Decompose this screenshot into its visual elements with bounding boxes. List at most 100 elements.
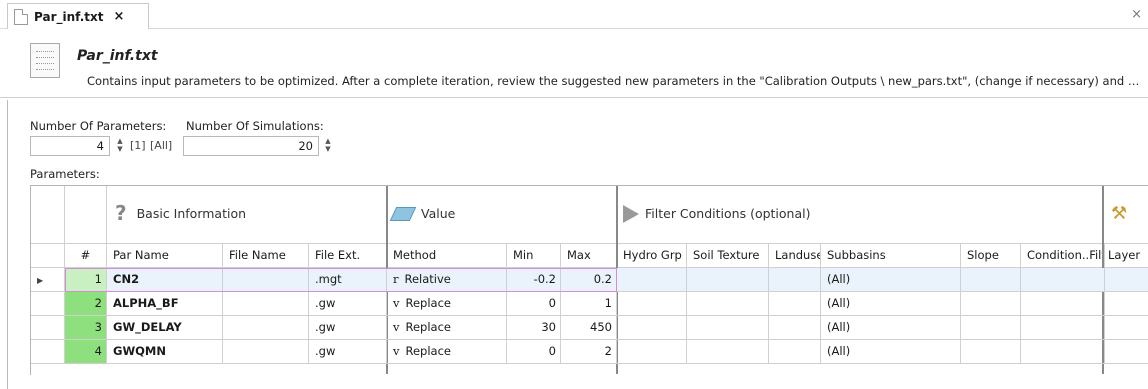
- soil-texture-cell[interactable]: [687, 340, 769, 364]
- row-indicator[interactable]: ▶: [31, 268, 65, 292]
- method-symbol: r: [393, 272, 399, 286]
- landuse-cell[interactable]: [769, 292, 821, 316]
- band-value: Value: [387, 186, 617, 244]
- page-title: Par_inf.txt: [77, 48, 158, 64]
- num-params-label: Number Of Parameters:: [30, 119, 167, 133]
- subbasins-cell[interactable]: (All): [821, 316, 961, 340]
- slope-cell[interactable]: [961, 292, 1021, 316]
- row-number[interactable]: 2: [65, 292, 107, 316]
- par-name-cell[interactable]: GWQMN: [107, 340, 223, 364]
- file-ext-cell[interactable]: .gw: [309, 292, 387, 316]
- par-name-cell[interactable]: GW_DELAY: [107, 316, 223, 340]
- file-ext-cell[interactable]: .gw: [309, 316, 387, 340]
- num-sims-spinner[interactable]: ▲ ▼: [322, 137, 334, 155]
- row-number[interactable]: 4: [65, 340, 107, 364]
- condition-cell[interactable]: [1021, 268, 1105, 292]
- subbasins-cell[interactable]: (All): [821, 340, 961, 364]
- slope-cell[interactable]: [961, 316, 1021, 340]
- landuse-cell[interactable]: [769, 268, 821, 292]
- col-header-condition[interactable]: Condition..Filt: [1021, 244, 1105, 268]
- num-sims-input[interactable]: 20: [183, 136, 319, 156]
- close-icon[interactable]: ×: [1131, 7, 1142, 22]
- one-param-button[interactable]: [1]: [130, 139, 146, 152]
- layer-cell[interactable]: [1105, 316, 1148, 340]
- max-cell[interactable]: 450: [561, 316, 617, 340]
- par-name-cell[interactable]: CN2: [107, 268, 223, 292]
- method-cell[interactable]: v Replace: [387, 316, 507, 340]
- col-header-slope[interactable]: Slope: [961, 244, 1021, 268]
- band-filter: Filter Conditions (optional): [617, 186, 1103, 244]
- page-description: Contains input parameters to be optimize…: [87, 74, 1142, 88]
- col-header-method[interactable]: Method: [387, 244, 507, 268]
- file-ext-cell[interactable]: .mgt: [309, 268, 387, 292]
- soil-texture-cell[interactable]: [687, 316, 769, 340]
- method-symbol: v: [393, 320, 400, 334]
- header-indicator: [31, 244, 65, 268]
- num-params-spinner[interactable]: ▲ ▼: [114, 137, 126, 155]
- col-header-max[interactable]: Max: [561, 244, 617, 268]
- method-cell[interactable]: r Relative: [387, 268, 507, 292]
- col-header-landuse[interactable]: Landuse: [769, 244, 821, 268]
- landuse-cell[interactable]: [769, 316, 821, 340]
- max-cell[interactable]: 1: [561, 292, 617, 316]
- row-indicator[interactable]: [31, 316, 65, 340]
- landuse-cell[interactable]: [769, 340, 821, 364]
- min-cell[interactable]: 30: [507, 316, 561, 340]
- tab-bar: Par_inf.txt × ×: [0, 0, 1148, 29]
- all-params-button[interactable]: [All]: [150, 139, 172, 152]
- col-header-file-name[interactable]: File Name: [223, 244, 309, 268]
- file-name-cell[interactable]: [223, 268, 309, 292]
- col-header-hydro-grp[interactable]: Hydro Grp: [617, 244, 687, 268]
- row-indicator[interactable]: [31, 292, 65, 316]
- min-cell[interactable]: -0.2: [507, 268, 561, 292]
- filter-icon: [623, 204, 639, 223]
- method-cell[interactable]: v Replace: [387, 340, 507, 364]
- subbasins-cell[interactable]: (All): [821, 268, 961, 292]
- file-name-cell[interactable]: [223, 340, 309, 364]
- file-name-cell[interactable]: [223, 316, 309, 340]
- col-header-file-ext[interactable]: File Ext.: [309, 244, 387, 268]
- file-ext-cell[interactable]: .gw: [309, 340, 387, 364]
- layer-cell[interactable]: [1105, 292, 1148, 316]
- slope-cell[interactable]: [961, 268, 1021, 292]
- col-header-subbasins[interactable]: Subbasins: [821, 244, 961, 268]
- subbasins-cell[interactable]: (All): [821, 292, 961, 316]
- band-blank-indicator: [31, 186, 65, 244]
- hydro-grp-cell[interactable]: [617, 316, 687, 340]
- hydro-grp-cell[interactable]: [617, 292, 687, 316]
- wrench-icon[interactable]: ⚒: [1111, 202, 1127, 225]
- condition-cell[interactable]: [1021, 316, 1105, 340]
- col-header-num[interactable]: #: [65, 244, 107, 268]
- min-cell[interactable]: 0: [507, 292, 561, 316]
- value-icon: [389, 206, 417, 221]
- soil-texture-cell[interactable]: [687, 292, 769, 316]
- col-header-min[interactable]: Min: [507, 244, 561, 268]
- condition-cell[interactable]: [1021, 340, 1105, 364]
- slope-cell[interactable]: [961, 340, 1021, 364]
- hydro-grp-cell[interactable]: [617, 268, 687, 292]
- soil-texture-cell[interactable]: [687, 268, 769, 292]
- row-number[interactable]: 1: [65, 268, 107, 292]
- band-blank-num: [65, 186, 107, 244]
- method-cell[interactable]: v Replace: [387, 292, 507, 316]
- hydro-grp-cell[interactable]: [617, 340, 687, 364]
- row-indicator[interactable]: [31, 340, 65, 364]
- condition-cell[interactable]: [1021, 292, 1105, 316]
- layer-cell[interactable]: [1105, 340, 1148, 364]
- max-cell[interactable]: 0.2: [561, 268, 617, 292]
- layer-cell[interactable]: [1105, 268, 1148, 292]
- col-header-par-name[interactable]: Par Name: [107, 244, 223, 268]
- tab-par-inf[interactable]: Par_inf.txt ×: [7, 3, 149, 29]
- max-cell[interactable]: 2: [561, 340, 617, 364]
- col-header-soil-texture[interactable]: Soil Texture: [687, 244, 769, 268]
- num-params-input[interactable]: 4: [30, 136, 110, 156]
- col-header-layer[interactable]: Layer: [1105, 244, 1148, 268]
- tab-close-icon[interactable]: ×: [113, 9, 124, 24]
- par-name-cell[interactable]: ALPHA_BF: [107, 292, 223, 316]
- method-label: Replace: [405, 296, 452, 310]
- current-row-arrow-icon: ▶: [37, 276, 44, 285]
- file-name-cell[interactable]: [223, 292, 309, 316]
- min-cell[interactable]: 0: [507, 340, 561, 364]
- band-tools: ⚒: [1103, 186, 1148, 244]
- row-number[interactable]: 3: [65, 316, 107, 340]
